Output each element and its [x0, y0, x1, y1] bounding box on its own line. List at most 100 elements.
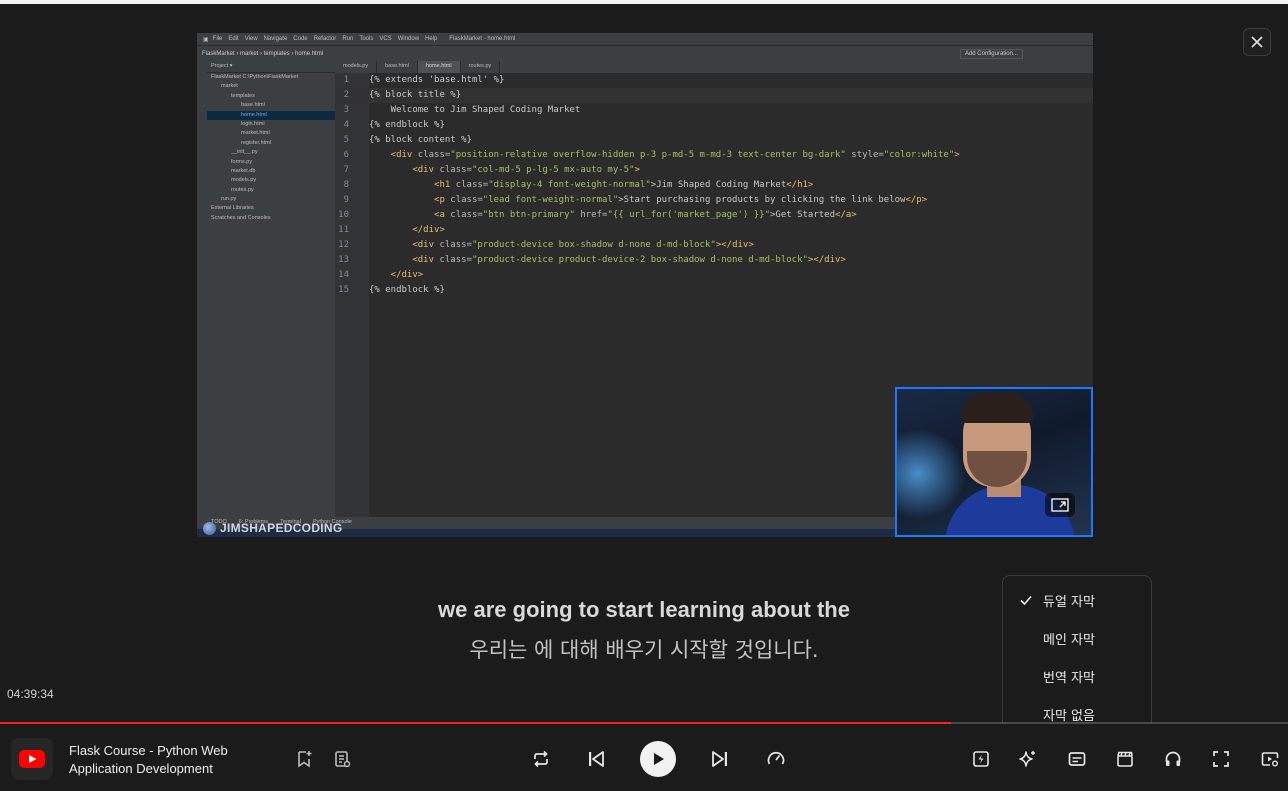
watermark-logo-icon	[203, 521, 216, 535]
ide-project-panel: Project ▾ FlaskMarket C:\Python\FlaskMar…	[207, 61, 335, 517]
code-token: "col-md-5 p-lg-5 mx-auto my-5"	[471, 165, 635, 175]
expand-icon	[1051, 498, 1069, 512]
ide-tab: routes.py	[461, 61, 501, 73]
code-line: 1 {% extends 'base.html' %}	[335, 73, 1093, 88]
youtube-logo-icon	[19, 750, 45, 768]
caption-option[interactable]: 메인 자막	[1003, 619, 1151, 657]
code-text: <div class="product-device box-shadow d-…	[369, 238, 753, 253]
playback-speed-button[interactable]	[764, 747, 788, 771]
project-tree-item: templates	[231, 92, 255, 99]
add-bookmark-button[interactable]	[292, 747, 316, 771]
watermark-text: JIMSHAPEDCODING	[220, 521, 343, 535]
code-token: class=	[417, 150, 451, 160]
ide-menu-item: Run	[342, 36, 354, 42]
play-icon	[654, 753, 664, 765]
code-token: "btn btn-primary"	[482, 210, 575, 220]
code-token: <div	[369, 150, 418, 160]
youtube-logo[interactable]	[11, 738, 53, 780]
notes-button[interactable]	[330, 747, 354, 771]
code-text: <div class="product-device product-devic…	[369, 253, 846, 268]
ide-menu-item: Refactor	[313, 36, 337, 42]
line-number: 10	[338, 210, 349, 220]
code-token: ></div>	[807, 255, 846, 265]
timestamp: 04:39:34	[7, 687, 54, 701]
code-token: >Start purchasing products by clicking t…	[618, 195, 906, 205]
project-header: Project ▾	[207, 61, 335, 73]
code-token: <h1	[369, 180, 456, 190]
video-title[interactable]: Flask Course - Python Web Application De…	[69, 742, 259, 778]
line-number: 14	[338, 270, 349, 280]
previous-button[interactable]	[584, 747, 608, 771]
code-block: 1 {% extends 'base.html' %} 2 {% block titl…	[335, 73, 1093, 298]
project-tree-item: base.html	[241, 102, 265, 109]
code-token: {% endblock %}	[369, 285, 445, 295]
project-tree-item: External Libraries	[211, 205, 254, 212]
caption-option-label: 메인 자막	[1043, 632, 1095, 648]
video-settings-button[interactable]	[1258, 747, 1282, 771]
code-token: >Jim Shaped Coding Market	[650, 180, 787, 190]
code-token: class=	[439, 255, 472, 265]
project-tree-item: login.html	[241, 120, 265, 127]
code-token: href=	[574, 210, 608, 220]
project-tree-item: market.db	[231, 167, 256, 174]
code-line: 6 <div class="position-relative overflow…	[335, 148, 1093, 163]
project-tree-item: routes.py	[231, 186, 254, 193]
code-text: {% endblock %}	[369, 283, 445, 298]
fullscreen-button[interactable]	[1209, 747, 1233, 771]
line-number: 15	[338, 285, 349, 295]
audio-button[interactable]	[1161, 747, 1185, 771]
code-token: </div>	[369, 270, 424, 280]
project-tree-item: home.html	[207, 110, 335, 120]
code-token: class=	[439, 165, 472, 175]
code-text: {% block title %}	[369, 88, 461, 103]
code-token: "product-device product-device-2 box-sha…	[471, 255, 808, 265]
clips-button[interactable]	[1113, 747, 1137, 771]
play-button[interactable]	[640, 741, 676, 777]
ide-tab: base.html	[377, 61, 418, 73]
video-settings-icon	[1261, 752, 1279, 767]
code-token: </a>	[835, 210, 857, 220]
line-number: 12	[338, 240, 349, 250]
loop-button[interactable]	[529, 747, 553, 771]
ide-logo-icon: ▣	[203, 36, 209, 43]
ide-menu-item: Code	[293, 36, 308, 42]
line-number: 13	[338, 255, 349, 265]
headphones-icon	[1165, 751, 1181, 766]
code-text: <p class="lead font-weight-normal">Start…	[369, 193, 927, 208]
caption-option[interactable]: 번역 자막	[1003, 657, 1151, 695]
code-token: <div	[369, 165, 440, 175]
code-line: 14 </div>	[335, 268, 1093, 283]
webcam-overlay	[895, 387, 1093, 537]
ide-menu: File Edit View Navigate Code Refactor Run Tools…	[213, 36, 438, 42]
speed-icon	[767, 751, 785, 765]
ide-menu-item: Edit	[228, 36, 239, 42]
channel-watermark: JIMSHAPEDCODING	[203, 519, 343, 537]
ide-menu-item: Window	[397, 36, 420, 42]
webcam-presenter-hair	[961, 393, 1033, 423]
caption-option-label: 자막 없음	[1043, 708, 1095, 724]
code-token: Welcome to Jim Shaped Coding Market	[369, 105, 581, 115]
summary-icon	[973, 751, 989, 767]
sparkle-icon	[1019, 751, 1035, 767]
webcam-backlight	[897, 429, 967, 519]
expand-pip-button[interactable]	[1045, 493, 1075, 517]
notes-icon	[335, 751, 351, 768]
project-tree-item: Scratches and Consoles	[211, 214, 271, 221]
code-text: <div class="col-md-5 p-lg-5 mx-auto my-5…	[369, 163, 640, 178]
code-text: </div>	[369, 268, 424, 283]
check-icon	[1020, 595, 1032, 606]
ai-button[interactable]	[1016, 747, 1040, 771]
code-line: 4 {% endblock %}	[335, 118, 1093, 133]
ide-titlebar: ▣ File Edit View Navigate Code Refactor Run Too…	[197, 33, 1093, 45]
next-button[interactable]	[708, 747, 732, 771]
code-text: {% endblock %}	[369, 118, 445, 133]
project-tree-item: market.html	[241, 130, 270, 137]
caption-option[interactable]: 듀얼 자막	[1003, 581, 1151, 619]
project-tree-item: market	[221, 83, 238, 90]
summary-button[interactable]	[969, 747, 993, 771]
line-number: 7	[343, 165, 349, 175]
captions-button[interactable]	[1065, 747, 1089, 771]
close-button[interactable]	[1243, 28, 1271, 56]
ide-breadcrumb: FlaskMarket › market › templates › home.…	[197, 45, 1093, 61]
ide-tab: models.py	[335, 61, 378, 73]
